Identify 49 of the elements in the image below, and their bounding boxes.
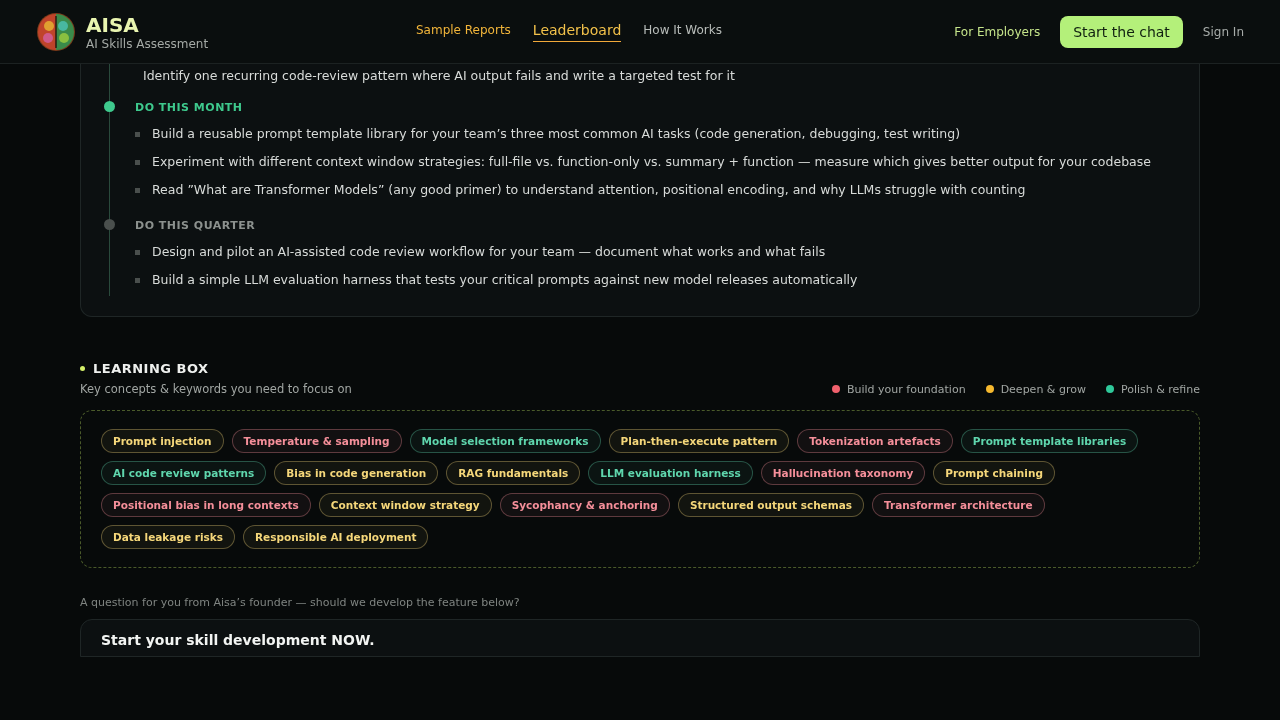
feature-title: Start your skill development NOW. (101, 632, 376, 648)
keyword-tag: Tokenization artefacts (797, 429, 953, 453)
legend-label: Deepen & grow (1000, 382, 1086, 396)
keyword-tag: Model selection frameworks (409, 429, 601, 453)
phase-title: DO THIS QUARTER (135, 218, 257, 234)
section-dot-icon (80, 366, 85, 371)
keyword-tag: Transformer architecture (872, 493, 1045, 517)
bullet-icon (135, 278, 140, 283)
plan-item-text: Design and pilot an AI-assisted code review workflow for your team — document what works and what fails (152, 243, 826, 261)
keyword-tag: Plan-then-execute pattern (608, 429, 790, 453)
keyword-tag: Temperature & sampling (231, 429, 402, 453)
bullet-icon (135, 188, 140, 193)
keyword-tag: LLM evaluation harness (588, 461, 753, 485)
section-subtitle: Key concepts & keywords you need to focus on (80, 382, 352, 396)
phase-title: DO THIS MONTH (135, 100, 244, 116)
keyword-tag: Prompt template libraries (960, 429, 1139, 453)
keyword-tag: Structured output schemas (677, 493, 865, 517)
founder-question: A question for you from Aisa’s founder — should we develop the feature below? (80, 596, 521, 609)
brain-logo-icon (36, 11, 76, 52)
plan-item-text: Experiment with different context window strategies: full-file vs. function-only vs. summary + function — measure which gives better output for your codebase (152, 153, 1151, 171)
brand-tagline: AI Skills Assessment (86, 36, 209, 51)
keyword-tag: Responsible AI deployment (243, 525, 429, 549)
bullet-icon (135, 132, 140, 137)
nav-link[interactable]: Sample Reports (416, 22, 511, 41)
keyword-tag: Positional bias in long contexts (101, 493, 311, 517)
plan-item-text: Build a simple LLM evaluation harness that tests your critical prompts against new model releases automatically (152, 271, 858, 289)
plan-item-text: Identify one recurring code-review pattern where AI output fails and write a targeted test for it (143, 68, 735, 83)
sign-in-link[interactable]: Sign In (1202, 24, 1244, 39)
brand-name: AISA (86, 12, 140, 37)
keyword-tag: Bias in code generation (274, 461, 439, 485)
plan-item-text: Read ”What are Transformer Models” (any good primer) to understand attention, positional encoding, and why LLMs struggle with counting (152, 181, 1026, 199)
nav-link[interactable]: How It Works (643, 22, 722, 41)
keyword-tag: AI code review patterns (101, 461, 267, 485)
keyword-tag: Data leakage risks (101, 525, 235, 549)
keyword-tag: RAG fundamentals (446, 461, 581, 485)
section-title: LEARNING BOX (93, 361, 209, 376)
legend-label: Polish & refine (1120, 382, 1200, 396)
employers-link[interactable]: For Employers (954, 24, 1041, 39)
keyword-tag: Context window strategy (318, 493, 492, 517)
nav-link[interactable]: Leaderboard (532, 21, 622, 42)
bullet-icon (135, 250, 140, 255)
keyword-tag: Prompt chaining (933, 461, 1055, 485)
keyword-tag: Hallucination taxonomy (760, 461, 926, 485)
legend-label: Build your foundation (846, 382, 966, 396)
keyword-tag: Sycophancy & anchoring (499, 493, 670, 517)
plan-item-text: Build a reusable prompt template library for your team’s three most common AI tasks (code generation, debugging, test writing) (152, 125, 960, 143)
start-chat-button[interactable]: Start the chat (1060, 15, 1183, 48)
bullet-icon (135, 160, 140, 165)
keyword-tag: Prompt injection (101, 429, 224, 453)
